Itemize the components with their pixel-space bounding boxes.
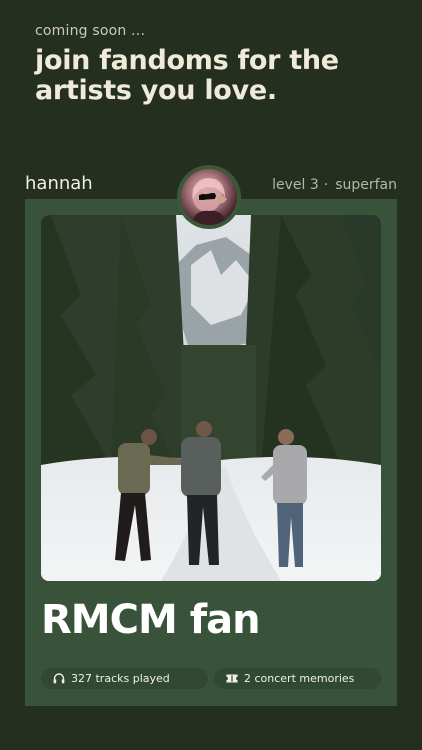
eyebrow-text: coming soon ... xyxy=(35,23,146,39)
separator-dot: · xyxy=(323,177,329,193)
username: hannah xyxy=(25,173,93,194)
headline-line-1: join fandoms for the xyxy=(35,45,339,76)
band-photo-image xyxy=(41,215,381,581)
fan-title: RMCM fan xyxy=(41,597,261,643)
level-text: level 3 xyxy=(272,177,319,193)
ticket-icon xyxy=(226,674,238,683)
promo-headline: join fandoms for the artists you love. xyxy=(35,46,395,106)
avatar[interactable] xyxy=(177,165,241,229)
level-badge: level 3 · superfan xyxy=(272,177,397,193)
headline-line-2: artists you love. xyxy=(35,75,277,106)
avatar-portrait-icon xyxy=(191,178,227,225)
rank-text: superfan xyxy=(335,177,397,193)
headphones-icon xyxy=(53,673,65,684)
concert-memories-stat[interactable]: 2 concert memories xyxy=(214,668,381,689)
tracks-played-label: 327 tracks played xyxy=(71,672,170,685)
band-photo xyxy=(41,215,381,581)
avatar-image xyxy=(181,169,237,225)
fandom-card: RMCM fan 327 tracks played 2 concert mem… xyxy=(25,199,397,706)
tracks-played-stat[interactable]: 327 tracks played xyxy=(41,668,208,689)
concert-memories-label: 2 concert memories xyxy=(244,672,355,685)
